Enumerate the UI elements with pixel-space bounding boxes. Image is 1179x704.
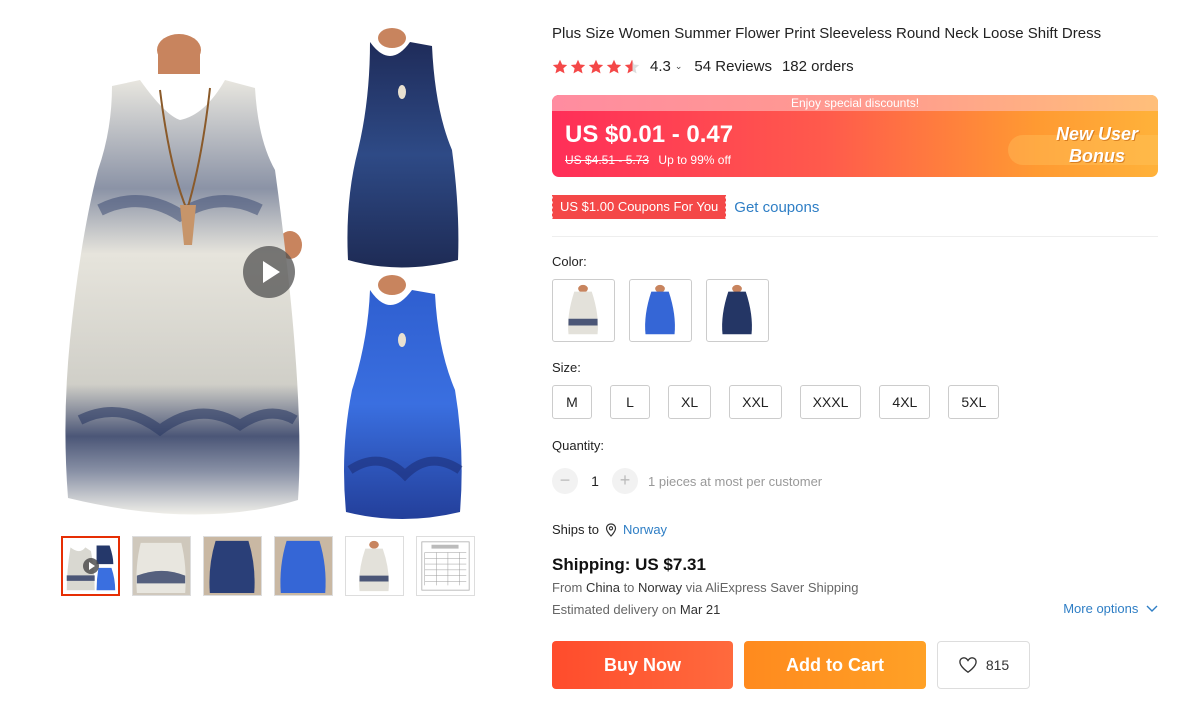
thumbnail-1[interactable]: [61, 536, 120, 596]
promo-line-2: Bonus: [1068, 146, 1125, 166]
from-prefix: From: [552, 580, 583, 595]
star-icon: [588, 59, 604, 73]
play-icon: [83, 558, 99, 574]
wishlist-count: 815: [985, 657, 1010, 673]
color-options: [552, 279, 769, 342]
decrease-quantity-button[interactable]: −: [552, 468, 578, 494]
size-option[interactable]: 4XL: [879, 385, 931, 419]
rating-stars[interactable]: [552, 59, 640, 75]
delivery-date: Mar 21: [679, 602, 721, 617]
thumbnail-3[interactable]: [203, 536, 262, 596]
coupon-tag[interactable]: US $1.00 Coupons For You: [550, 195, 728, 219]
shipping-method: via AliExpress Saver Shipping: [685, 580, 859, 595]
size-option[interactable]: L: [610, 385, 650, 419]
price-subline: US $4.51 - 5.73 Up to 99% off: [565, 153, 731, 167]
star-icon: [570, 59, 586, 73]
destination-country: Norway: [638, 580, 683, 595]
current-price: US $0.01 - 0.47: [565, 121, 734, 148]
color-swatch-image: [722, 284, 752, 335]
thumbnail-strip: [61, 536, 475, 596]
reviews-link[interactable]: 54 Reviews: [694, 58, 772, 75]
size-option[interactable]: 5XL: [948, 385, 1000, 419]
add-to-cart-button[interactable]: Add to Cart: [744, 641, 926, 689]
quantity-limit-note: 1 pieces at most per customer: [648, 473, 823, 489]
thumbnail-image: [204, 537, 261, 595]
estimated-delivery: Estimated delivery on Mar 21: [552, 602, 720, 617]
product-title: Plus Size Women Summer Flower Print Slee…: [552, 25, 1102, 42]
buy-now-button[interactable]: Buy Now: [552, 641, 733, 689]
promo-line-1: New User: [1055, 124, 1138, 144]
heart-icon: [959, 657, 977, 674]
location-pin-icon: [605, 522, 617, 537]
star-icon: [606, 59, 622, 73]
delivery-prefix: Estimated delivery on: [552, 602, 677, 617]
size-option[interactable]: XXL: [729, 385, 782, 419]
color-option-blue[interactable]: [629, 279, 692, 342]
quantity-value[interactable]: 1: [578, 473, 612, 489]
color-swatch-image: [645, 284, 675, 335]
thumbnail-image: [359, 540, 389, 592]
thumbnail-image: [133, 537, 190, 595]
ships-to-row: Ships to Norway: [552, 522, 667, 537]
thumbnail-6-size-chart[interactable]: [416, 536, 475, 596]
more-options-label: More options: [1063, 601, 1139, 616]
shipping-cost: Shipping: US $7.31: [552, 555, 706, 574]
ship-to-country-link[interactable]: Norway: [623, 522, 667, 537]
thumbnail-2[interactable]: [132, 536, 191, 596]
chevron-down-icon[interactable]: ⌄: [675, 61, 683, 72]
size-option[interactable]: XXXL: [799, 385, 862, 419]
to-prefix: to: [623, 580, 635, 595]
main-product-image[interactable]: [40, 20, 500, 522]
chevron-down-icon: [1146, 605, 1158, 612]
original-price: US $4.51 - 5.73: [565, 153, 650, 167]
color-option-white[interactable]: [552, 279, 615, 342]
quantity-label: Quantity:: [552, 438, 605, 453]
size-options: M L XL XXL XXXL 4XL 5XL: [552, 385, 1000, 419]
color-option-navy[interactable]: [706, 279, 769, 342]
get-coupons-link[interactable]: Get coupons: [734, 199, 819, 216]
new-user-bonus-badge[interactable]: New User Bonus: [1056, 123, 1138, 167]
play-video-button[interactable]: [243, 246, 295, 298]
origin-country: China: [585, 580, 620, 595]
half-star-icon: [624, 59, 640, 73]
color-swatch-image: [568, 284, 598, 335]
rating-value: 4.3: [650, 58, 671, 75]
discount-percent: Up to 99% off: [658, 153, 731, 167]
discount-banner-text: Enjoy special discounts!: [552, 95, 1158, 111]
orders-count: 182 orders: [781, 58, 854, 75]
quantity-stepper: − 1 + 1 pieces at most per customer: [552, 468, 822, 494]
divider: [552, 236, 1158, 237]
size-chart-image: [421, 541, 470, 591]
star-icon: [552, 59, 568, 73]
color-label: Color:: [552, 254, 587, 269]
thumbnail-image: [275, 537, 332, 595]
size-option[interactable]: M: [552, 385, 592, 419]
size-label: Size:: [552, 360, 581, 375]
shipping-route: From China to Norway via AliExpress Save…: [552, 580, 858, 595]
rating-row: 4.3 ⌄ 54 Reviews 182 orders: [552, 58, 854, 75]
more-shipping-options-link[interactable]: More options: [1063, 601, 1158, 616]
price-banner: Enjoy special discounts! US $0.01 - 0.47…: [552, 95, 1158, 177]
thumbnail-4[interactable]: [274, 536, 333, 596]
coupon-row: US $1.00 Coupons For You Get coupons: [550, 195, 819, 219]
increase-quantity-button[interactable]: +: [612, 468, 638, 494]
ships-to-label: Ships to: [552, 522, 599, 537]
wishlist-button[interactable]: 815: [937, 641, 1030, 689]
thumbnail-5[interactable]: [345, 536, 404, 596]
size-option[interactable]: XL: [668, 385, 712, 419]
